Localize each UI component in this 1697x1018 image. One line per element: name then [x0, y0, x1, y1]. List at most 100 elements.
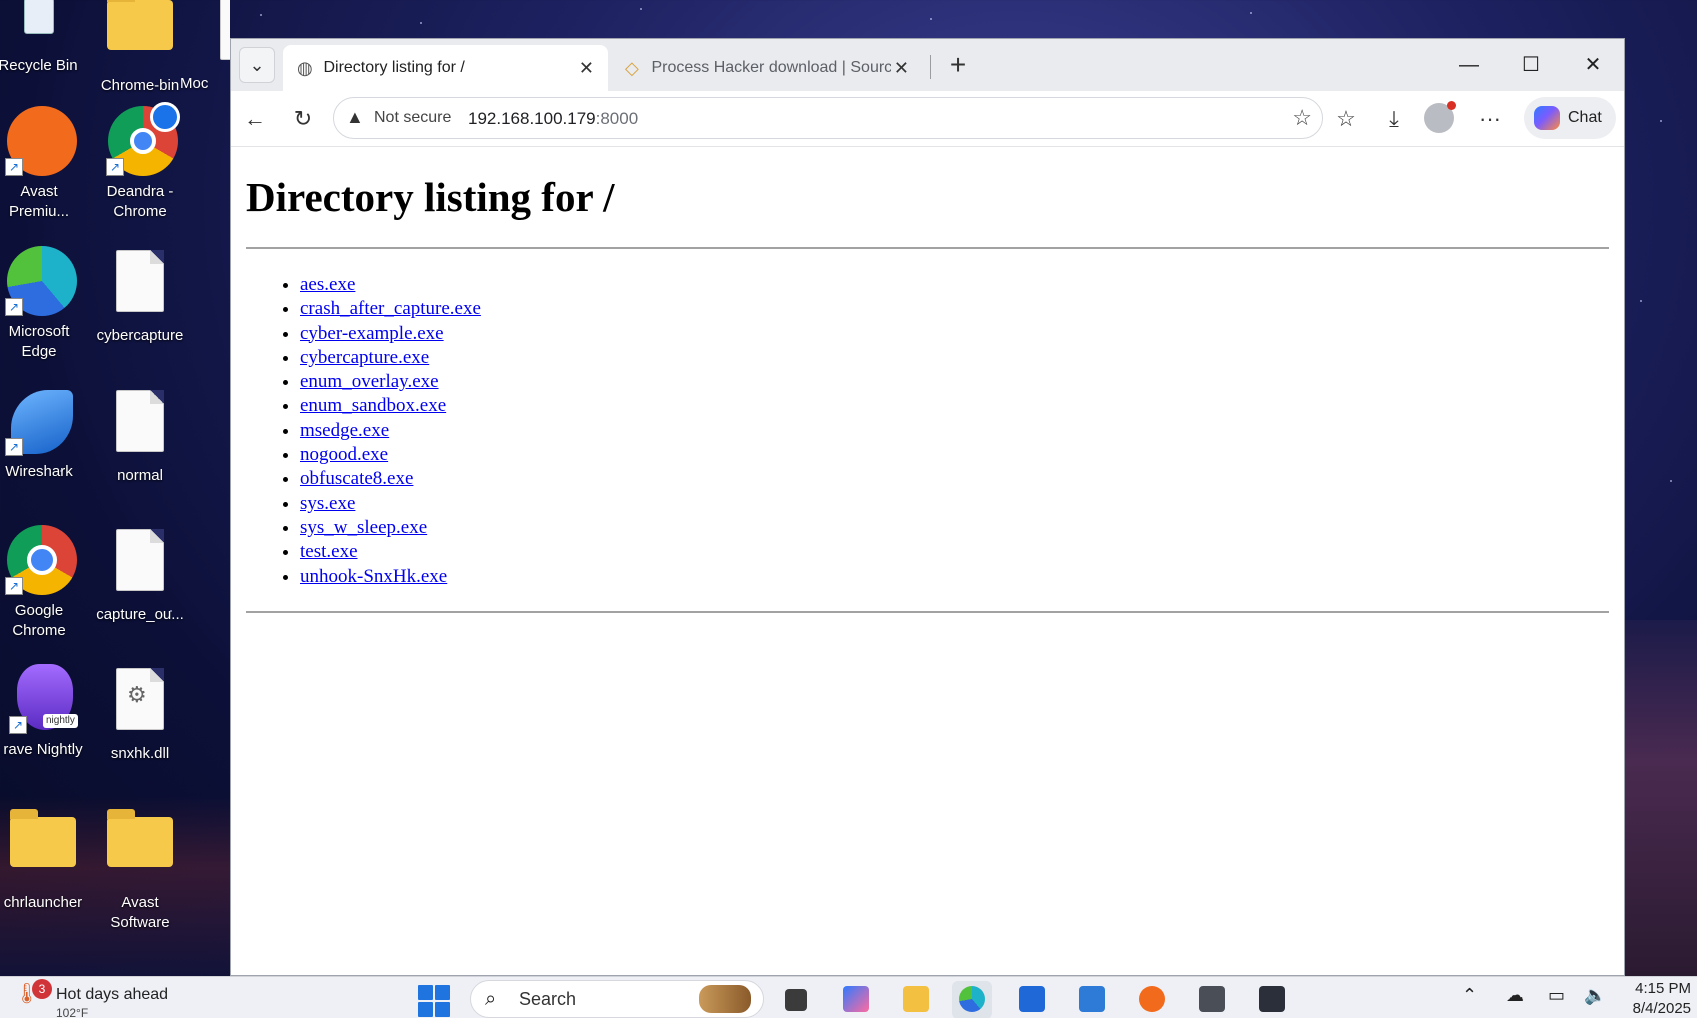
desktop-icon-normal[interactable]: normal	[92, 386, 188, 486]
file-link[interactable]: nogood.exe	[300, 444, 388, 465]
back-arrow-icon: ←	[244, 106, 266, 131]
desktop-icon-label: Recycle Bin	[0, 57, 78, 74]
desktop-icon-moc[interactable]: Moc	[180, 0, 230, 94]
desktop-icon-label: rave Nightly	[3, 741, 83, 758]
desktop-icon-microsoft-edge[interactable]: ↗ Microsoft Edge	[0, 246, 87, 362]
clock-time: 4:15 PM	[1635, 980, 1691, 997]
file-icon	[180, 0, 230, 70]
file-link[interactable]: sys_w_sleep.exe	[300, 517, 427, 538]
shortcut-arrow-icon: ↗	[9, 716, 27, 734]
profile-avatar[interactable]	[1424, 101, 1456, 133]
desktop-icon-chrlauncher[interactable]: chrlauncher	[0, 803, 91, 913]
chat-label: Chat	[1568, 109, 1602, 126]
settings-more-button[interactable]: ···	[1472, 101, 1508, 137]
desktop-icon-recycle-bin[interactable]: Recycle Bin	[0, 0, 86, 76]
taskbar: 🌡 3 Hot days ahead 102°F ⌕ Search ⌃ ☁ ▭ …	[0, 976, 1697, 1018]
refresh-button[interactable]: ↻	[285, 101, 321, 137]
file-link[interactable]: cyber-example.exe	[300, 323, 444, 344]
onedrive-offline-icon[interactable]: ☁	[1506, 985, 1524, 1006]
address-bar[interactable]: ▲ Not secure 192.168.100.179:8000 ☆	[333, 97, 1323, 139]
downloads-button[interactable]: ⤓	[1376, 101, 1412, 137]
desktop-icon-avast-premium[interactable]: ↗ Avast Premiu...	[0, 106, 87, 222]
zip-folder-icon	[104, 809, 176, 889]
taskbar-app-file-explorer[interactable]	[896, 981, 936, 1018]
list-item: unhook-SnxHk.exe	[300, 565, 1609, 589]
tab-strip: ⌄ ◍ Directory listing for / ✕ ◇ Process …	[231, 39, 1624, 91]
file-icon	[104, 250, 176, 322]
desktop-icon-label: capture_ou...	[96, 606, 184, 623]
desktop-icon-google-chrome[interactable]: ↗ Google Chrome	[0, 525, 87, 641]
wireshark-icon: ↗	[3, 386, 75, 458]
list-item: obfuscate8.exe	[300, 467, 1609, 491]
desktop-icon-avast-software[interactable]: Avast Software	[92, 803, 188, 933]
wallpaper-star	[1660, 120, 1662, 122]
file-link[interactable]: cybercapture.exe	[300, 347, 429, 368]
file-link[interactable]: test.exe	[300, 541, 358, 562]
taskbar-app-edge[interactable]	[952, 981, 992, 1018]
file-link[interactable]: msedge.exe	[300, 420, 389, 441]
desktop-icon-brave-nightly[interactable]: nightly ↗ rave Nightly	[0, 664, 91, 760]
taskbar-app-terminal[interactable]	[1252, 981, 1292, 1018]
file-link[interactable]: enum_sandbox.exe	[300, 395, 446, 416]
weather-widget[interactable]: 🌡 3 Hot days ahead 102°F	[14, 979, 168, 1018]
brave-nightly-icon: nightly ↗	[7, 664, 79, 736]
start-button[interactable]	[418, 985, 450, 1017]
file-link[interactable]: enum_overlay.exe	[300, 371, 439, 392]
security-status[interactable]: Not secure	[374, 109, 451, 127]
browser-window: ⌄ ◍ Directory listing for / ✕ ◇ Process …	[230, 38, 1625, 976]
taskbar-app-task-view[interactable]	[776, 981, 816, 1018]
favorites-button[interactable]: ☆	[1328, 101, 1364, 137]
file-link[interactable]: obfuscate8.exe	[300, 468, 413, 489]
desktop-icon-deandra-chrome[interactable]: ↗ Deandra - Chrome	[92, 102, 188, 222]
notification-badge: 3	[32, 979, 52, 999]
taskbar-app-store[interactable]	[1012, 981, 1052, 1018]
favorite-star-icon[interactable]: ☆	[1292, 105, 1312, 131]
network-icon[interactable]: ▭	[1548, 985, 1565, 1006]
taskbar-app-microsoft-365[interactable]	[836, 981, 876, 1018]
clock-date: 8/4/2025	[1632, 1000, 1691, 1017]
maximize-button[interactable]: ☐	[1500, 39, 1562, 91]
close-tab-icon[interactable]: ✕	[579, 45, 594, 91]
taskbar-search[interactable]: ⌕ Search	[470, 980, 764, 1018]
taskbar-clock[interactable]: 4:15 PM 8/4/2025	[1633, 979, 1691, 1018]
file-link[interactable]: aes.exe	[300, 274, 355, 295]
taskbar-app-outlook[interactable]	[1072, 981, 1112, 1018]
list-item: crash_after_capture.exe	[300, 297, 1609, 321]
desktop-icon-label: Chrome-bin	[100, 77, 180, 94]
edge-icon	[959, 986, 985, 1012]
show-hidden-icons-chevron[interactable]: ⌃	[1462, 985, 1477, 1006]
back-button[interactable]: ←	[237, 101, 273, 137]
download-warning-icon: ⤓	[1389, 106, 1399, 131]
volume-muted-icon[interactable]: 🔈	[1584, 985, 1606, 1006]
url-text[interactable]: 192.168.100.179:8000	[468, 109, 638, 129]
close-window-button[interactable]: ✕	[1562, 39, 1624, 91]
chevron-down-icon: ⌄	[249, 55, 265, 75]
desktop-icon-label: chrlauncher	[3, 894, 83, 911]
desktop-icon-snxhk-dll[interactable]: ⚙ snxhk.dll	[92, 664, 188, 764]
desktop-icon-label: cybercapture	[96, 327, 184, 344]
tab-process-hacker[interactable]: ◇ Process Hacker download | Source ✕	[611, 45, 923, 91]
minimize-button[interactable]: —	[1438, 39, 1500, 91]
microsoft-365-icon	[843, 986, 869, 1012]
close-tab-icon[interactable]: ✕	[894, 45, 909, 91]
taskbar-app-avast[interactable]	[1132, 981, 1172, 1018]
tab-directory-listing[interactable]: ◍ Directory listing for / ✕	[283, 45, 608, 91]
list-item: nogood.exe	[300, 443, 1609, 467]
desktop-icon-cybercapture[interactable]: cybercapture	[92, 246, 188, 346]
copilot-chat-button[interactable]: Chat	[1524, 97, 1616, 139]
desktop-icon-label: Microsoft Edge	[8, 323, 70, 360]
wallpaper-star	[420, 22, 422, 24]
desktop-icon-capture-output[interactable]: capture_ou...	[92, 525, 188, 625]
file-link[interactable]: sys.exe	[300, 493, 355, 514]
taskbar-app-process-monitor[interactable]	[1192, 981, 1232, 1018]
desktop-icon-label: Moc	[180, 75, 209, 92]
refresh-icon: ↻	[293, 106, 313, 131]
new-tab-button[interactable]: +	[941, 49, 975, 83]
desktop-icon-chrome-bin[interactable]: Chrome-bin	[92, 0, 188, 96]
shortcut-arrow-icon: ↗	[106, 158, 124, 176]
tab-actions-menu-button[interactable]: ⌄	[239, 47, 275, 83]
process-hacker-icon: ◇	[625, 58, 639, 78]
file-link[interactable]: unhook-SnxHk.exe	[300, 566, 447, 587]
desktop-icon-wireshark[interactable]: ↗ Wireshark	[0, 386, 87, 482]
file-link[interactable]: crash_after_capture.exe	[300, 298, 481, 319]
